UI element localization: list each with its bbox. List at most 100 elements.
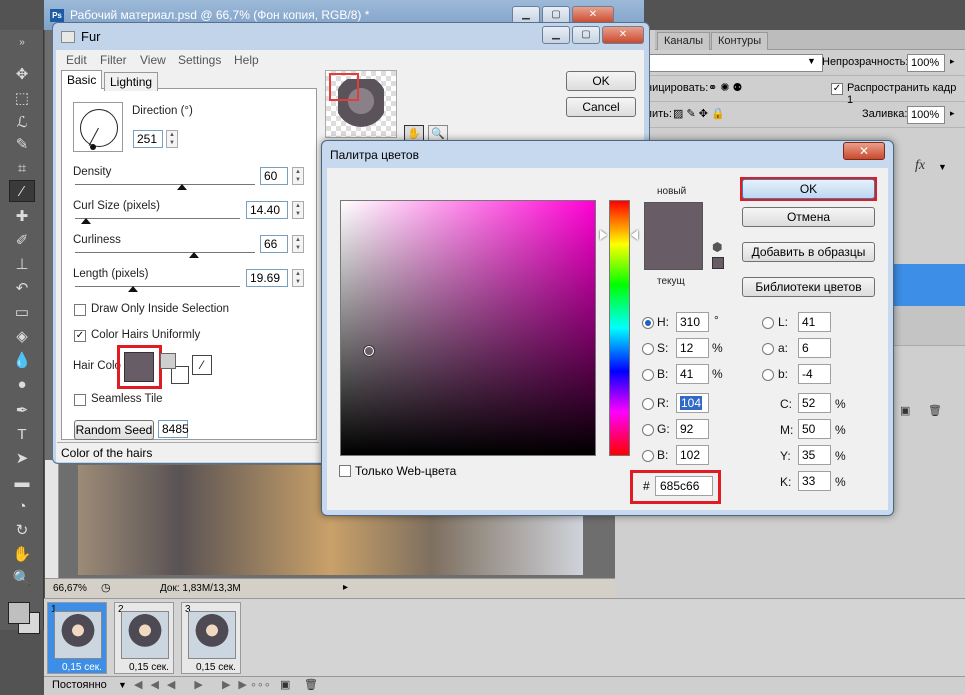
picker-ok-button[interactable]: OK [742, 179, 875, 199]
new-layer-icon[interactable]: ▣ [900, 404, 910, 417]
m-field[interactable]: 50 [798, 419, 831, 439]
frame-1[interactable]: 1 0,15 сек. [47, 602, 107, 674]
density-slider-knob[interactable] [177, 184, 187, 190]
curl-size-slider-knob[interactable] [81, 218, 91, 224]
fur-cancel-button[interactable]: Cancel [566, 97, 636, 117]
menu-settings[interactable]: Settings [178, 53, 221, 67]
paint-bucket-tool-icon[interactable]: ◈ [9, 326, 35, 348]
quick-selection-tool-icon[interactable]: ✎ [9, 134, 35, 156]
frame-duration[interactable]: 0,15 сек. [62, 662, 102, 673]
path-selection-tool-icon[interactable]: ➤ [9, 448, 35, 470]
frame-2[interactable]: 2 0,15 сек. [114, 602, 174, 674]
color-field-cursor[interactable] [364, 346, 374, 356]
healing-brush-tool-icon[interactable]: ✚ [9, 206, 35, 228]
history-brush-tool-icon[interactable]: ↶ [9, 278, 35, 300]
l-field[interactable]: 41 [798, 312, 831, 332]
close-button[interactable]: ✕ [602, 26, 644, 44]
type-tool-icon[interactable]: T [9, 424, 35, 446]
radio-l[interactable] [762, 317, 774, 329]
r-field[interactable]: 104 [676, 393, 709, 413]
frame-3[interactable]: 3 0,15 сек. [181, 602, 241, 674]
length-slider-knob[interactable] [128, 286, 138, 292]
zoom-level[interactable]: 66,67% [53, 583, 87, 594]
radio-b-rgb[interactable] [642, 450, 654, 462]
layer-row-selected[interactable] [888, 264, 965, 306]
hand-tool-icon[interactable]: ✋ [9, 544, 35, 566]
density-spinner[interactable]: ▲ ▼ [292, 167, 304, 185]
preview-view-box[interactable] [329, 73, 359, 101]
frame-duration[interactable]: 0,15 сек. [129, 662, 169, 673]
y-field[interactable]: 35 [798, 445, 831, 465]
move-tool-icon[interactable]: ✥ [9, 64, 35, 86]
status-arrow-icon[interactable]: ▸ [343, 582, 348, 593]
random-seed-button[interactable]: Random Seed [74, 420, 154, 440]
radio-b-hsb[interactable] [642, 369, 654, 381]
marquee-tool-icon[interactable]: ⬚ [9, 88, 35, 110]
seamless-tile-checkbox[interactable] [74, 394, 86, 406]
radio-h[interactable] [642, 317, 654, 329]
eyedropper-tool-icon[interactable]: ⁄ [9, 180, 35, 202]
picker-cancel-button[interactable]: Отмена [742, 207, 875, 227]
radio-s[interactable] [642, 343, 654, 355]
radio-g[interactable] [642, 424, 654, 436]
fx-icon[interactable]: fx [915, 158, 925, 174]
curl-size-slider[interactable] [75, 218, 240, 219]
tab-channels[interactable]: Каналы [657, 32, 711, 50]
playback-controls-icon[interactable]: ◀◀◀ ▶ ▶▶ [134, 678, 255, 691]
blend-mode-select[interactable]: ные [623, 54, 823, 72]
rectangle-tool-icon[interactable]: ▬ [9, 472, 35, 494]
length-spinner[interactable]: ▲ ▼ [292, 269, 304, 287]
preview-navigator[interactable] [325, 70, 397, 138]
color-libraries-button[interactable]: Библиотеки цветов [742, 277, 875, 297]
fur-ok-button[interactable]: OK [566, 71, 636, 91]
density-field[interactable]: 60 [260, 167, 288, 185]
hue-slider-left-arrow[interactable] [600, 230, 607, 240]
hue-slider[interactable] [609, 200, 630, 456]
unify-icons[interactable]: ⚭ ✺ ⚉ [708, 81, 742, 94]
maximize-button[interactable]: ▢ [572, 26, 600, 44]
curl-size-field[interactable]: 14.40 [246, 201, 288, 219]
length-field[interactable]: 19.69 [246, 269, 288, 287]
a-field[interactable]: 6 [798, 338, 831, 358]
length-slider[interactable] [75, 286, 240, 287]
curliness-slider[interactable] [75, 252, 255, 253]
tab-lighting[interactable]: Lighting [104, 72, 159, 91]
add-to-swatches-button[interactable]: Добавить в образцы [742, 242, 875, 262]
h-field[interactable]: 310 [676, 312, 709, 332]
c-field[interactable]: 52 [798, 393, 831, 413]
panel-collapse-icon[interactable]: » [9, 32, 35, 54]
brush-tool-icon[interactable]: ✐ [9, 230, 35, 252]
fill-arrow-icon[interactable]: ▸ [950, 108, 955, 119]
current-color-swatch[interactable] [644, 236, 703, 270]
status-info-icon[interactable]: ◷ [101, 581, 111, 594]
menu-help[interactable]: Help [234, 53, 259, 67]
b-lab-field[interactable]: -4 [798, 364, 831, 384]
pen-tool-icon[interactable]: ✒ [9, 400, 35, 422]
s-field[interactable]: 12 [676, 338, 709, 358]
hair-color-swatch[interactable] [124, 352, 154, 382]
draw-inside-checkbox[interactable] [74, 304, 86, 316]
frame-duration[interactable]: 0,15 сек. [196, 662, 236, 673]
web-colors-only-checkbox[interactable] [339, 465, 351, 477]
radio-r[interactable] [642, 398, 654, 410]
eraser-tool-icon[interactable]: ▭ [9, 302, 35, 324]
clone-stamp-tool-icon[interactable]: ⊥ [9, 254, 35, 276]
fill-field[interactable]: 100% [907, 106, 945, 124]
tab-basic[interactable]: Basic [61, 70, 103, 89]
direction-spinner[interactable]: ▲ ▼ [166, 130, 178, 148]
3d-orbit-tool-icon[interactable]: ↻ [9, 520, 35, 542]
b-hsb-field[interactable]: 41 [676, 364, 709, 384]
new-frame-icon[interactable]: ▣ [280, 678, 290, 691]
dodge-tool-icon[interactable]: ● [9, 374, 35, 396]
3d-rotate-tool-icon[interactable]: ◔ [9, 496, 35, 518]
direction-field[interactable]: 251 [133, 130, 163, 148]
web-safe-swatch[interactable] [712, 257, 724, 269]
lasso-tool-icon[interactable]: ℒ [9, 112, 35, 134]
saturation-brightness-field[interactable] [340, 200, 596, 456]
curliness-slider-knob[interactable] [189, 252, 199, 258]
lock-icons[interactable]: ▨ ✎ ✥ 🔒 [673, 107, 725, 120]
g-field[interactable]: 92 [676, 419, 709, 439]
blur-tool-icon[interactable]: 💧 [9, 350, 35, 372]
hex-field[interactable]: 685c66 [655, 476, 713, 496]
menu-edit[interactable]: Edit [66, 53, 87, 67]
